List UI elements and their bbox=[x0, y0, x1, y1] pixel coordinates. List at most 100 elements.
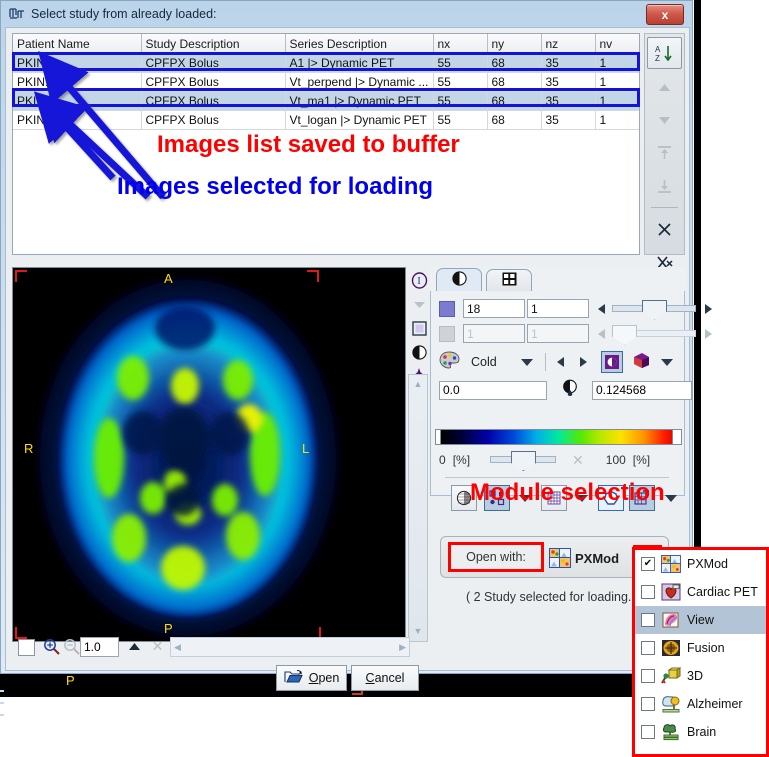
invert-colors-icon[interactable] bbox=[600, 351, 623, 373]
close-button[interactable]: x bbox=[646, 4, 684, 25]
column-header-series-description[interactable]: Series Description bbox=[285, 34, 434, 54]
tab-layout[interactable] bbox=[486, 269, 532, 291]
checkbox-unchecked-icon[interactable] bbox=[641, 669, 655, 683]
scroll-right-icon[interactable]: ▶ bbox=[399, 642, 406, 653]
chevron-down-icon[interactable] bbox=[408, 293, 430, 315]
frame-prev-arrow[interactable] bbox=[598, 328, 605, 339]
zoom-fit-checkbox[interactable] bbox=[18, 639, 35, 656]
column-header-study-description[interactable]: Study Description bbox=[141, 34, 286, 54]
checkbox-unchecked-icon[interactable] bbox=[641, 585, 655, 599]
threshold-slider[interactable] bbox=[490, 451, 557, 471]
image-viewer[interactable]: A P R L bbox=[12, 267, 406, 642]
move-up-icon[interactable] bbox=[648, 72, 681, 102]
cell-nv: 1 bbox=[595, 91, 639, 111]
menu-item-pxmod[interactable]: ✔ PXMod bbox=[635, 550, 766, 578]
column-header-patient-name[interactable]: Patient Name bbox=[13, 34, 142, 54]
colorcube-icon[interactable] bbox=[633, 352, 650, 372]
selection-count-note: ( 2 Study selected for loading. bbox=[466, 590, 632, 604]
slice-slider[interactable] bbox=[612, 299, 696, 320]
scroll-up-icon[interactable]: ▲ bbox=[409, 377, 427, 391]
clear-x-icon[interactable]: ✕ bbox=[572, 452, 584, 469]
viewer-vertical-scrollbar[interactable]: ▲ ▼ bbox=[408, 374, 428, 642]
triangle-up-icon[interactable] bbox=[125, 637, 144, 656]
menu-item-brain[interactable]: Brain bbox=[635, 718, 766, 746]
column-header-ny[interactable]: ny bbox=[487, 34, 542, 54]
table-row[interactable]: PKIN1 CPFPX Bolus A1 |> Dynamic PET 55 6… bbox=[13, 53, 639, 73]
slice-step-input[interactable]: 1 bbox=[527, 299, 589, 318]
range-max-input[interactable]: 0.124568 bbox=[592, 380, 692, 400]
cell-study-description: CPFPX Bolus bbox=[141, 72, 286, 92]
colortable-prev-arrow[interactable] bbox=[556, 357, 564, 367]
table-row[interactable]: PKIN1 CPFPX Bolus Vt_logan |> Dynamic PE… bbox=[13, 110, 639, 130]
checkbox-checked-icon[interactable]: ✔ bbox=[641, 557, 655, 571]
color-scale-bar[interactable] bbox=[440, 429, 676, 445]
contrast-icon[interactable] bbox=[408, 341, 430, 363]
overlay-dropdown-arrow[interactable] bbox=[665, 494, 677, 502]
sort-az-icon[interactable]: AZ bbox=[647, 37, 682, 69]
checkbox-unchecked-icon[interactable] bbox=[641, 641, 655, 655]
checkbox-unchecked-icon[interactable] bbox=[641, 613, 655, 627]
menu-item-fusion[interactable]: Fusion bbox=[635, 634, 766, 662]
column-header-nz[interactable]: nz bbox=[541, 34, 596, 54]
frame-index-input[interactable]: 1 bbox=[463, 324, 525, 343]
cell-study-description: CPFPX Bolus bbox=[141, 110, 286, 130]
cell-nx: 55 bbox=[433, 110, 488, 130]
zoom-in-icon[interactable] bbox=[42, 637, 61, 656]
cancel-button[interactable]: Cancel bbox=[351, 665, 419, 691]
menu-item-cardiac-pet[interactable]: Cardiac PET bbox=[635, 578, 766, 606]
scale-min-unit: [%] bbox=[452, 453, 471, 467]
viewer-horizontal-scrollbar[interactable]: ◀ ▶ bbox=[170, 637, 410, 657]
open-button-label: Open bbox=[308, 671, 340, 685]
contrast-drop-icon[interactable] bbox=[561, 379, 579, 401]
menu-item-alzheimer[interactable]: Alzheimer bbox=[635, 690, 766, 718]
open-button[interactable]: Open bbox=[276, 665, 347, 691]
menu-item-label: View bbox=[687, 613, 714, 627]
colortable-next-arrow[interactable] bbox=[579, 357, 587, 367]
bottom-toolbar: 1.0 ✕ ◀ ▶ bbox=[12, 632, 685, 666]
cell-nx: 55 bbox=[433, 91, 488, 111]
cube-3d-icon bbox=[661, 667, 682, 685]
zoom-out-icon[interactable] bbox=[62, 637, 81, 656]
tab-contrast[interactable] bbox=[436, 268, 482, 291]
svg-text:A: A bbox=[655, 45, 661, 54]
frame-next-arrow[interactable] bbox=[705, 328, 712, 339]
scroll-left-icon[interactable]: ◀ bbox=[174, 642, 181, 653]
colortable-dropdown-arrow[interactable] bbox=[520, 358, 533, 366]
background-orientation-marker-p: P bbox=[66, 673, 75, 688]
move-to-bottom-icon[interactable] bbox=[648, 171, 681, 201]
table-row[interactable]: PKIN1 CPFPX Bolus Vt_perpend |> Dynamic … bbox=[13, 72, 639, 92]
module-dropdown-menu[interactable]: ✔ PXMod Cardiac PET View Fusion 3D Alzhe… bbox=[632, 547, 769, 757]
info-icon[interactable]: I bbox=[408, 269, 430, 291]
pxmod-icon bbox=[661, 555, 681, 573]
study-table: Patient Name Study Description Series De… bbox=[13, 34, 639, 130]
remove-icon[interactable] bbox=[648, 214, 681, 244]
colorcube-dropdown-arrow[interactable] bbox=[660, 358, 673, 366]
table-toolbar: AZ bbox=[644, 33, 685, 269]
zoom-factor-input[interactable]: 1.0 bbox=[80, 637, 119, 657]
frame-step-input[interactable]: 1 bbox=[527, 324, 589, 343]
frame-toggle-button[interactable] bbox=[439, 325, 455, 342]
checkbox-unchecked-icon[interactable] bbox=[641, 725, 655, 739]
table-row[interactable]: PKIN1 CPFPX Bolus Vt_ma1 |> Dynamic PET … bbox=[13, 91, 639, 111]
layout-square-icon[interactable] bbox=[408, 317, 430, 339]
slice-prev-arrow[interactable] bbox=[598, 303, 605, 314]
menu-item-label: PXMod bbox=[687, 557, 728, 571]
range-min-input[interactable]: 0.0 bbox=[439, 380, 547, 400]
menu-item-view[interactable]: View bbox=[635, 606, 766, 634]
slice-index-input[interactable]: 18 bbox=[463, 299, 525, 318]
column-header-nv[interactable]: nv bbox=[595, 34, 639, 54]
cell-series-description: A1 |> Dynamic PET bbox=[285, 53, 434, 73]
clear-x-icon[interactable]: ✕ bbox=[148, 637, 167, 656]
orientation-marker-anterior: A bbox=[164, 271, 173, 286]
frame-slider[interactable] bbox=[612, 324, 696, 345]
slice-next-arrow[interactable] bbox=[705, 303, 712, 314]
menu-item-3d[interactable]: 3D bbox=[635, 662, 766, 690]
move-to-top-icon[interactable] bbox=[648, 138, 681, 168]
palette-icon[interactable] bbox=[439, 351, 460, 373]
move-down-icon[interactable] bbox=[648, 105, 681, 135]
checkbox-unchecked-icon[interactable] bbox=[641, 697, 655, 711]
slice-toggle-button[interactable] bbox=[439, 300, 455, 317]
column-header-nx[interactable]: nx bbox=[433, 34, 488, 54]
cell-nz: 35 bbox=[541, 53, 596, 73]
cell-nv: 1 bbox=[595, 72, 639, 92]
